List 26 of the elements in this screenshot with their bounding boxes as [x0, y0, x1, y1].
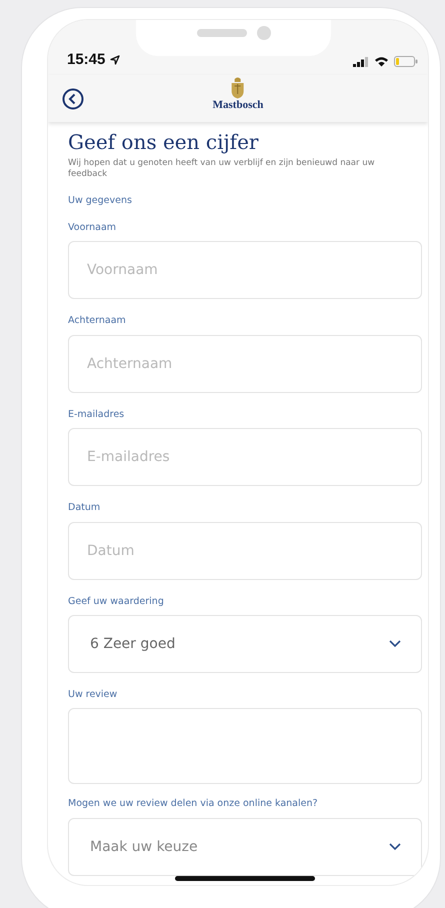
- chevron-down-icon: [389, 640, 401, 648]
- dropdown-field[interactable]: 6 Zeer goed: [68, 614, 422, 673]
- back-button[interactable]: [62, 88, 84, 110]
- input-field[interactable]: E-mailadres: [68, 428, 422, 486]
- intro-text: Wij hopen dat u genoten heeft van uw verblijf en zijn benieuwd naar uw feedback: [68, 158, 376, 181]
- section-heading: Uw gegevens: [68, 194, 133, 206]
- chevron-down-icon: [389, 842, 401, 851]
- crest-icon: [230, 77, 246, 99]
- page-title: Geef ons een cijfer: [68, 130, 260, 154]
- field-label: Achternaam: [68, 315, 127, 327]
- logo-text: Mastbosch: [212, 99, 264, 112]
- status-time: 15:45: [67, 52, 106, 67]
- field-label: Mogen we uw review delen via onze online kanalen?: [68, 798, 319, 810]
- dropdown-field[interactable]: Maak uw keuze: [68, 818, 422, 876]
- field-label: Geef uw waardering: [68, 596, 165, 607]
- field-label: Voornaam: [68, 222, 118, 234]
- input-field[interactable]: Datum: [68, 522, 422, 580]
- field-label: Datum: [68, 502, 102, 514]
- field-label: Uw review: [68, 688, 118, 700]
- location-arrow-icon: [110, 55, 120, 65]
- input-field[interactable]: Achternaam: [68, 334, 422, 393]
- wifi-icon: [374, 56, 389, 67]
- input-field[interactable]: Voornaam: [68, 241, 422, 300]
- field-label: E-mailadres: [68, 408, 126, 420]
- battery-icon: [394, 56, 418, 67]
- signal-icon: [353, 57, 369, 67]
